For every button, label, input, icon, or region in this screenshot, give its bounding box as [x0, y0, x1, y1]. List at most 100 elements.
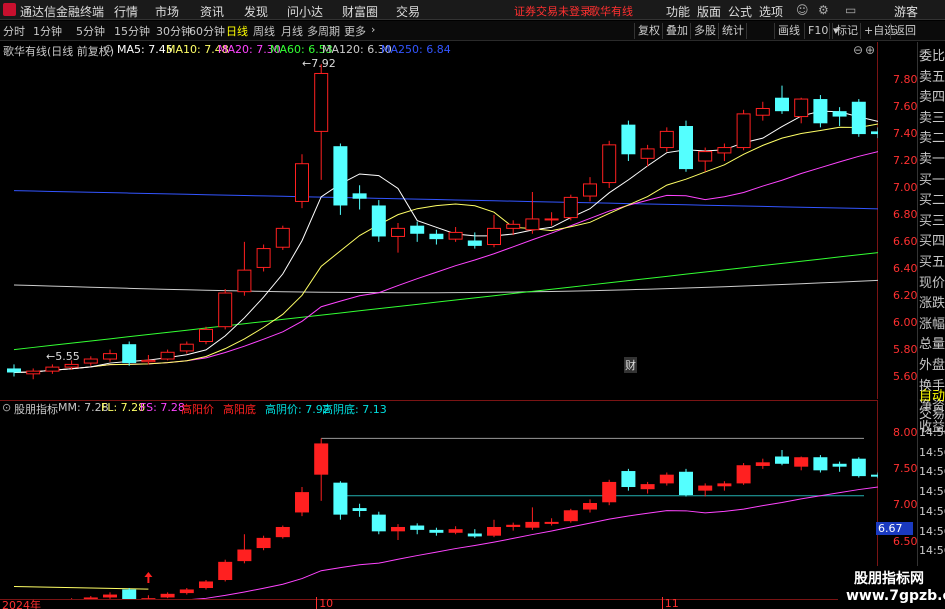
indicator-axis-label: 7.00 — [893, 498, 918, 512]
period-tab-60min[interactable]: 60分钟 — [189, 23, 225, 39]
candle-body-up — [794, 98, 809, 118]
candle-body-up — [199, 328, 213, 343]
indicator-body-up — [525, 521, 540, 528]
indicator-body-up — [295, 492, 309, 513]
indicator-body-up — [487, 526, 501, 536]
quote-field-label[interactable]: 委比 — [919, 45, 945, 64]
app-logo-icon — [3, 3, 16, 16]
quote-field-label[interactable]: 卖四 — [919, 86, 945, 105]
settings-icon[interactable]: ⚙ — [818, 3, 829, 17]
tick-time-label: 14:56 — [919, 426, 945, 439]
candle-body-down — [871, 131, 885, 135]
divider-1 — [746, 23, 758, 39]
adjust-button[interactable]: 复权 — [634, 23, 663, 39]
legend-settings-icon[interactable]: ⊙ — [104, 42, 113, 55]
menu-trade[interactable]: 交易 — [396, 3, 420, 20]
period-tab-multi[interactable]: 多周期 — [307, 23, 340, 39]
menu-layout[interactable]: 版面 — [697, 3, 721, 20]
indicator-body-up — [218, 561, 233, 581]
menu-function[interactable]: 功能 — [666, 3, 690, 20]
user-icon[interactable]: ☺ — [796, 3, 809, 17]
quote-field-label[interactable]: 买一 — [919, 169, 945, 188]
high-marker-label: ←7.92 — [302, 57, 336, 70]
period-tab-more[interactable]: 更多 — [344, 23, 366, 39]
period-tab-timeshare[interactable]: 分时 — [3, 23, 25, 39]
quote-field-label[interactable]: 涨跌 — [919, 292, 945, 311]
candle-body-up — [314, 72, 329, 132]
candle-body-up — [448, 231, 463, 240]
indicator-body-up — [755, 462, 770, 466]
quote-field-label[interactable]: 外盘 — [919, 354, 945, 373]
candle-body-up — [83, 358, 98, 364]
indicator-title[interactable]: 股朋指标 — [14, 401, 58, 417]
back-button[interactable]: 返回 — [890, 23, 919, 39]
indicator-settings-icon[interactable]: ⊙ — [2, 401, 11, 414]
quote-field-label[interactable]: 卖三 — [919, 107, 945, 126]
menu-wealth[interactable]: 财富圈 — [342, 3, 378, 20]
period-tab-monthly[interactable]: 月线 — [281, 23, 303, 39]
candle — [563, 194, 578, 221]
restore-icon[interactable]: ▭ — [845, 3, 856, 17]
indicator-body-down — [813, 457, 828, 471]
candle — [813, 95, 828, 128]
quote-field-label[interactable]: 总量 — [919, 333, 945, 352]
indicator-body-up — [544, 521, 559, 524]
price-axis-label: 6.80 — [893, 207, 918, 221]
quote-field-label[interactable]: 涨幅 — [919, 313, 945, 332]
zoom-in-icon[interactable]: ⊕ — [865, 43, 875, 57]
quote-field-label[interactable]: 买三 — [919, 210, 945, 229]
kline-panel[interactable]: 歌华有线(日线 前复权) ⊙ MA5: 7.45 MA10: 7.48 MA20… — [0, 42, 905, 399]
quote-field-label[interactable]: 卖二 — [919, 127, 945, 146]
indicator-body-up — [275, 526, 290, 538]
indicator-panel[interactable]: ⊙ 股朋指标 MM: 7.28 FL: 7.28 FS: 7.28 高阳价 高阳… — [0, 400, 905, 609]
draw-line-button[interactable]: 画线 — [774, 23, 803, 39]
period-tab-1min[interactable]: 1分钟 — [33, 23, 62, 39]
trade-mode-label[interactable]: 交易 — [919, 403, 945, 422]
quote-field-label[interactable]: 买四 — [919, 230, 945, 249]
legend-ma5: MA5: 7.45 — [117, 43, 173, 56]
chevron-right-icon[interactable]: › — [371, 23, 375, 36]
quote-field-label[interactable]: 买五 — [919, 251, 945, 270]
multi-stock-button[interactable]: 多股 — [690, 23, 719, 39]
f10-button[interactable]: F10 — [804, 23, 831, 39]
statistics-button[interactable]: 统计 — [718, 23, 747, 39]
indicator-chart[interactable] — [0, 400, 905, 609]
finance-event-marker[interactable]: 财 — [624, 357, 637, 373]
period-tab-5min[interactable]: 5分钟 — [76, 23, 105, 39]
menu-news[interactable]: 资讯 — [200, 3, 224, 20]
mark-button[interactable]: 标记 — [832, 23, 861, 39]
indicator-axis-label: 7.50 — [893, 461, 918, 475]
period-tab-15min[interactable]: 15分钟 — [114, 23, 150, 39]
menu-discover[interactable]: 发现 — [244, 3, 268, 20]
overlay-button[interactable]: 叠加 — [662, 23, 691, 39]
quote-field-label[interactable]: 现价 — [919, 272, 945, 291]
quote-field-label[interactable]: 卖一 — [919, 148, 945, 167]
login-status[interactable]: 证券交易未登录 — [514, 3, 591, 19]
menu-formula[interactable]: 公式 — [728, 3, 752, 20]
legend-high-down-price: 高阴价: 7.92 — [265, 403, 330, 416]
user-label[interactable]: 游客 — [894, 3, 918, 20]
period-tab-daily[interactable]: 日线 — [226, 23, 248, 39]
quote-field-label[interactable]: 买二 — [919, 189, 945, 208]
trade-mode-label[interactable]: 自动 — [919, 385, 945, 404]
kline-chart[interactable] — [0, 42, 905, 399]
quote-field-label[interactable]: 卖五 — [919, 66, 945, 85]
indicator-bar — [333, 481, 348, 520]
candle-body-down — [7, 368, 21, 373]
candle-body-down — [467, 240, 482, 246]
indicator-axis-label: 6.50 — [893, 534, 918, 548]
menu-ask[interactable]: 问小达 — [287, 3, 323, 20]
period-tab-weekly[interactable]: 周线 — [253, 23, 275, 39]
menu-market[interactable]: 市场 — [155, 3, 179, 20]
candle-body-up — [583, 183, 597, 197]
menu-quotes[interactable]: 行情 — [114, 3, 138, 20]
tick-time-label: 14:56 — [919, 504, 945, 518]
period-tab-30min[interactable]: 30分钟 — [156, 23, 192, 39]
zoom-out-icon[interactable]: ⊖ — [853, 43, 863, 57]
menu-options[interactable]: 选项 — [759, 3, 783, 20]
candle — [218, 288, 233, 330]
indicator-bar — [275, 525, 290, 539]
current-value-tag: 6.67 — [876, 522, 913, 536]
indicator-body-up — [717, 483, 732, 487]
current-stock-name: 歌华有线 — [589, 5, 633, 18]
